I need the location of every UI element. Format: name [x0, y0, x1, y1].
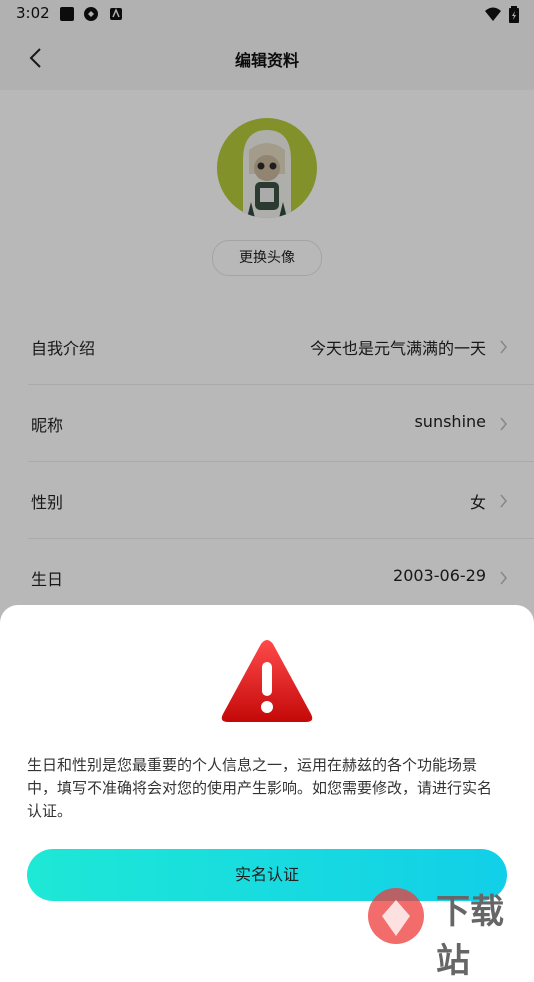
warning-triangle-icon: [220, 638, 314, 730]
watermark-domain: 91xz.net: [432, 924, 534, 949]
verification-notice: 生日和性别是您最重要的个人信息之一，运用在赫兹的各个功能场景中，填写不准确将会对…: [27, 756, 493, 820]
watermark-logo-icon: [364, 886, 430, 954]
watermark: 下载站 91xz.net: [364, 886, 534, 981]
